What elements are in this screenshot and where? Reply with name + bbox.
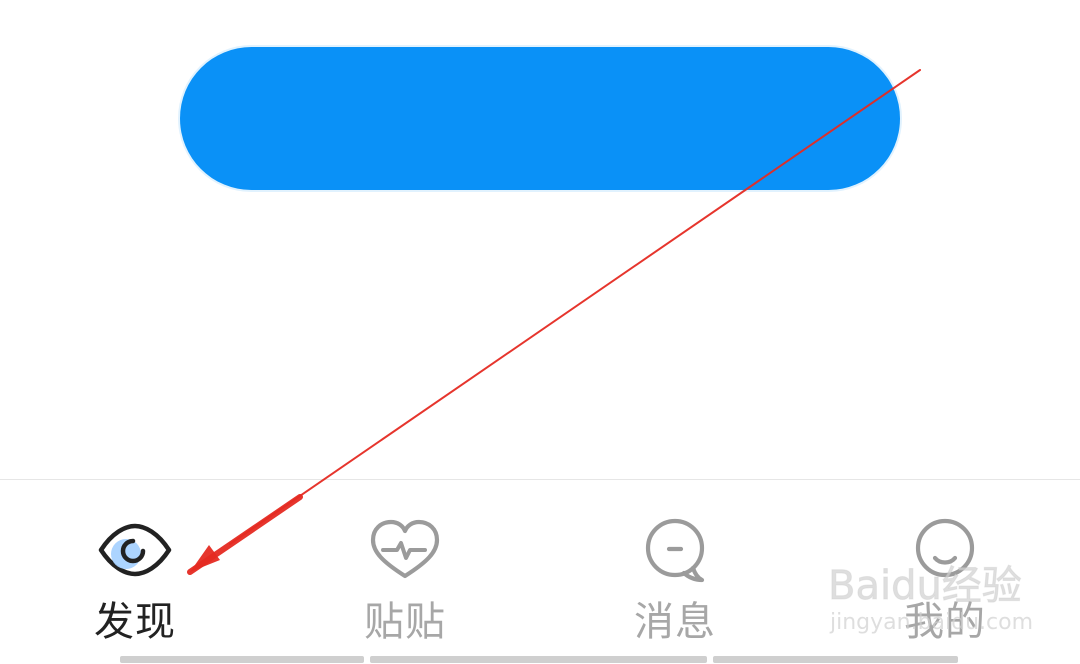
chat-bubble-icon (635, 516, 715, 584)
bottom-bar (370, 656, 707, 663)
tab-messages[interactable]: 消息 (540, 480, 810, 664)
bottom-bar (120, 656, 364, 663)
eye-icon (95, 516, 175, 584)
primary-button-label (435, 94, 645, 140)
heart-pulse-icon (365, 516, 445, 584)
bottom-bar (713, 656, 958, 663)
tab-discover[interactable]: 发现 (0, 480, 270, 664)
bottom-tab-bar: 发现 贴贴 消息 我的 (0, 479, 1080, 664)
smile-icon (905, 516, 985, 584)
tab-tiehtie[interactable]: 贴贴 (270, 480, 540, 664)
bottom-system-bars (120, 656, 960, 663)
tab-messages-label: 消息 (634, 599, 716, 645)
tab-me[interactable]: 我的 (810, 480, 1080, 664)
tab-discover-label: 发现 (94, 599, 176, 645)
primary-button[interactable] (180, 47, 900, 190)
tab-me-label: 我的 (904, 599, 986, 645)
tab-tiehtie-label: 贴贴 (364, 599, 446, 645)
